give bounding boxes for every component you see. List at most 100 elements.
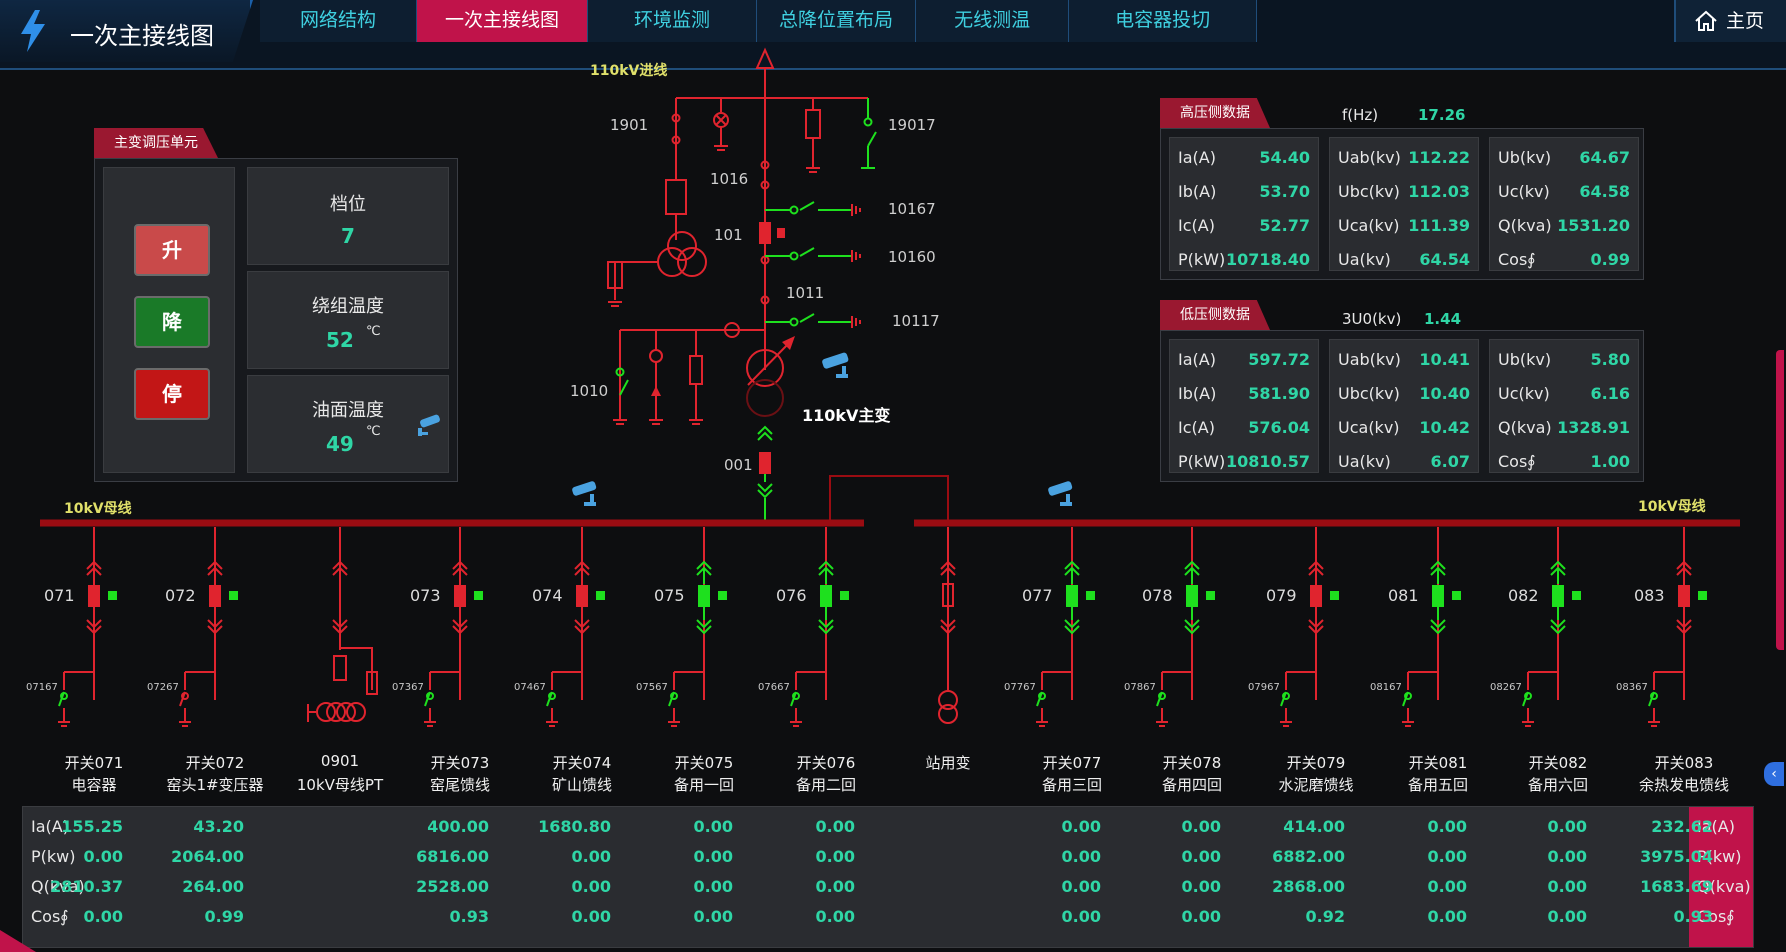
feeder-number: 083	[1634, 586, 1665, 605]
switch-1016-label: 1016	[710, 170, 749, 188]
table-cell: 0.00	[693, 817, 733, 836]
table-cell: 2528.00	[416, 877, 489, 896]
table-cell: 0.00	[571, 907, 611, 926]
earth-switch-label: 07467	[514, 682, 546, 693]
table-cell: 0.00	[1181, 907, 1221, 926]
table-cell: 0.00	[571, 877, 611, 896]
table-cell: 0.92	[1305, 907, 1345, 926]
feeder-083[interactable]	[1648, 527, 1707, 727]
table-cell: 264.00	[182, 877, 244, 896]
switch-10167-label: 10167	[888, 200, 936, 218]
table-cell: 0.00	[693, 877, 733, 896]
table-cell: 1683.69	[1640, 877, 1713, 896]
table-cell: 2868.00	[1272, 877, 1345, 896]
camera-icon[interactable]	[821, 352, 849, 378]
table-cell: 0.00	[693, 847, 733, 866]
earth-switch-label: 08167	[1370, 682, 1402, 693]
earth-switch-label: 07867	[1124, 682, 1156, 693]
earth-switch-label: 07367	[392, 682, 424, 693]
breaker-001-label: 001	[724, 456, 753, 474]
breaker-101-label: 101	[714, 226, 743, 244]
feeder-082[interactable]	[1522, 527, 1581, 727]
feeder-078[interactable]	[1156, 527, 1215, 727]
table-cell: 0.00	[1061, 907, 1101, 926]
feeder-number: 082	[1508, 586, 1539, 605]
switch-1901-label: 1901	[610, 116, 649, 134]
feeder-description: 10kV母线PT	[296, 776, 384, 794]
feeder-number: 076	[776, 586, 807, 605]
table-cell: 0.00	[1181, 877, 1221, 896]
feeder-071[interactable]	[58, 527, 117, 727]
feeder-name: 开关083	[1654, 754, 1714, 772]
feeder-description: 备用三回	[1041, 776, 1102, 794]
bus-tie	[829, 475, 949, 523]
camera-icon[interactable]	[1047, 480, 1073, 506]
earth-switch-label: 08267	[1490, 682, 1522, 693]
feeder-description: 水泥磨馈线	[1278, 776, 1354, 794]
collapse-handle[interactable]: ‹	[1764, 762, 1784, 786]
table-cell: 3975.04	[1640, 847, 1713, 866]
table-cell: 2810.37	[50, 877, 123, 896]
feeder-description: 备用五回	[1407, 776, 1468, 794]
feeder-description: 备用二回	[795, 776, 856, 794]
table-cell: 0.99	[204, 907, 244, 926]
table-cell: 6882.00	[1272, 847, 1345, 866]
feeder-x2[interactable]	[307, 527, 378, 722]
feeder-name: 开关075	[674, 754, 734, 772]
feeder-name: 开关076	[796, 754, 856, 772]
feeder-077[interactable]	[1036, 527, 1095, 727]
earth-switch-label: 07767	[1004, 682, 1036, 693]
earth-switch-label: 08367	[1616, 682, 1648, 693]
table-cell: 0.00	[815, 877, 855, 896]
table-cell: 2064.00	[171, 847, 244, 866]
feeder-name: 开关072	[185, 754, 245, 772]
feeder-name: 0901	[320, 752, 360, 770]
feeder-description: 备用一回	[673, 776, 734, 794]
feeder-number: 072	[165, 586, 196, 605]
table-cell: 0.00	[83, 847, 123, 866]
switch-1011-label: 1011	[786, 284, 825, 302]
table-cell: 6816.00	[416, 847, 489, 866]
table-cell: 0.00	[1547, 877, 1587, 896]
feeder-081[interactable]	[1402, 527, 1461, 727]
feeder-name: 开关071	[64, 754, 124, 772]
feeder-076[interactable]	[790, 527, 849, 727]
earth-switch-label: 07967	[1248, 682, 1280, 693]
feeder-072[interactable]	[179, 527, 238, 727]
table-cell: 0.93	[1673, 907, 1713, 926]
table-cell: 0.00	[1547, 847, 1587, 866]
table-cell: 0.00	[693, 907, 733, 926]
table-cell: 0.00	[1427, 907, 1467, 926]
feeder-name: 站用变	[925, 754, 971, 772]
feeder-name: 开关078	[1162, 754, 1222, 772]
main-transformer-label: 110kV主变	[802, 406, 891, 425]
feeder-number: 074	[532, 586, 563, 605]
table-cell: 414.00	[1283, 817, 1345, 836]
earth-switch-label: 07267	[147, 682, 179, 693]
camera-icon[interactable]	[571, 480, 597, 506]
switch-10160-label: 10160	[888, 248, 936, 266]
table-cell: 0.00	[1427, 877, 1467, 896]
feeder-073[interactable]	[424, 527, 483, 727]
table-cell: 0.00	[1181, 847, 1221, 866]
incoming-110kv	[607, 47, 877, 520]
table-cell: 0.00	[1061, 877, 1101, 896]
feeder-name: 开关077	[1042, 754, 1102, 772]
switch-19017-label: 19017	[888, 116, 936, 134]
feeder-x7[interactable]	[938, 527, 958, 724]
switch-10117-label: 10117	[892, 312, 940, 330]
incoming-label: 110kV进线	[590, 63, 668, 79]
feeder-description: 窑头1#变压器	[166, 776, 264, 794]
feeder-075[interactable]	[668, 527, 727, 727]
feeder-name: 开关081	[1408, 754, 1468, 772]
feeder-description: 电容器	[71, 776, 117, 794]
feeder-name: 开关073	[430, 754, 490, 772]
feeder-name: 开关079	[1286, 754, 1346, 772]
feeder-description: 窑尾馈线	[429, 776, 490, 794]
feeder-074[interactable]	[546, 527, 605, 727]
feeder-description: 矿山馈线	[551, 776, 612, 794]
table-cell: 0.00	[1061, 847, 1101, 866]
feeder-079[interactable]	[1280, 527, 1339, 727]
earth-switch-label: 07567	[636, 682, 668, 693]
table-cell: 0.00	[1427, 847, 1467, 866]
